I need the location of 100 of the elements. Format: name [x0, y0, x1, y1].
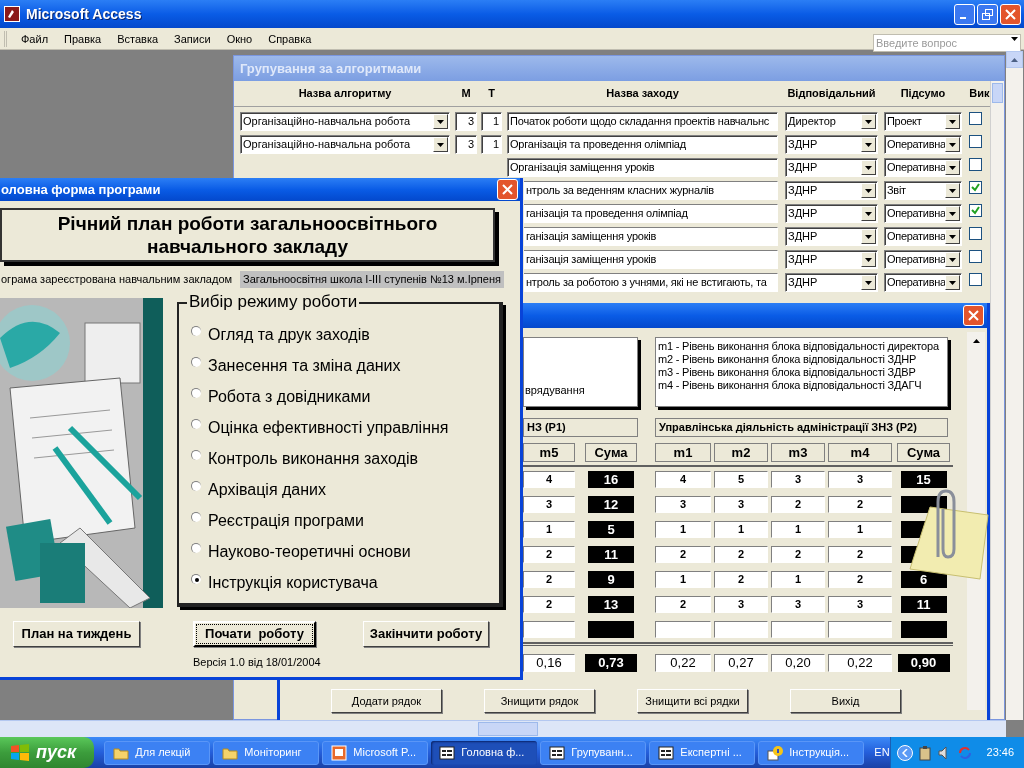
score-field[interactable]: 3: [828, 596, 892, 613]
responsible-dropdown[interactable]: ЗДНР: [785, 181, 878, 200]
score-field[interactable]: [771, 621, 825, 638]
clipboard-icon[interactable]: [916, 744, 933, 761]
close-button[interactable]: [497, 179, 518, 200]
done-checkbox[interactable]: [969, 273, 982, 286]
score-field[interactable]: 2: [714, 546, 768, 563]
dropdown-button[interactable]: [945, 114, 960, 129]
score-field[interactable]: 2: [523, 546, 575, 563]
score-field[interactable]: 2: [655, 596, 711, 613]
score-field[interactable]: 0,22: [655, 654, 711, 672]
dropdown-button[interactable]: [945, 252, 960, 267]
menu-item[interactable]: Правка: [56, 29, 110, 48]
result-dropdown[interactable]: Оперативна: [884, 227, 962, 246]
measure-field[interactable]: ганізація заміщення уроків: [524, 227, 778, 246]
minimize-button[interactable]: [954, 3, 975, 25]
score-field[interactable]: 4: [523, 471, 575, 488]
responsible-dropdown[interactable]: ЗДНР: [785, 204, 878, 223]
close-button[interactable]: [1000, 3, 1021, 25]
score-field[interactable]: 2: [771, 546, 825, 563]
taskbar-button[interactable]: Інструкція...: [758, 740, 865, 765]
score-field[interactable]: 3: [523, 496, 575, 513]
score-field[interactable]: 0,20: [771, 654, 825, 672]
form-button[interactable]: Закінчити роботу: [363, 621, 489, 647]
dropdown-button[interactable]: [861, 160, 876, 175]
t-field[interactable]: 1: [481, 135, 502, 154]
measure-field[interactable]: Організація та проведення олімпіад: [507, 135, 778, 154]
dropdown-button[interactable]: [861, 206, 876, 221]
language-indicator[interactable]: EN: [874, 744, 890, 761]
result-dropdown[interactable]: Оперативна: [884, 135, 962, 154]
dropdown-button[interactable]: [945, 229, 960, 244]
radio-button[interactable]: [191, 326, 201, 336]
form-button[interactable]: Почати роботу: [193, 621, 316, 647]
radio-button[interactable]: [191, 419, 201, 429]
done-checkbox[interactable]: [969, 204, 982, 217]
score-field[interactable]: 2: [828, 546, 892, 563]
mode-label[interactable]: Інструкція користувача: [208, 573, 378, 593]
help-field[interactable]: Введите вопрос: [873, 33, 1021, 52]
responsible-dropdown[interactable]: ЗДНР: [785, 273, 878, 292]
score-field[interactable]: 1: [655, 571, 711, 588]
score-field[interactable]: 1: [828, 521, 892, 538]
score-field[interactable]: 1: [655, 521, 711, 538]
t-field[interactable]: 1: [481, 112, 502, 131]
result-dropdown[interactable]: Оперативна: [884, 273, 962, 292]
score-field[interactable]: 3: [828, 471, 892, 488]
score-field[interactable]: 2: [771, 496, 825, 513]
measure-field[interactable]: ганізація та проведення олімпіад: [524, 204, 778, 223]
measure-field[interactable]: нтроль за роботою з учнями, які не встигають, та: [524, 273, 778, 292]
dropdown-button[interactable]: [945, 160, 960, 175]
mode-label[interactable]: Огляд та друк заходів: [208, 325, 370, 345]
algorithm-dropdown[interactable]: Організаційно-навчальна робота: [240, 112, 450, 131]
mode-label[interactable]: Архівація даних: [208, 480, 326, 500]
responsible-dropdown[interactable]: ЗДНР: [785, 158, 878, 177]
result-dropdown[interactable]: Оперативна: [884, 158, 962, 177]
score-field[interactable]: 2: [714, 571, 768, 588]
show-hidden-icons-button[interactable]: [896, 744, 913, 761]
score-field[interactable]: 2: [828, 496, 892, 513]
score-field[interactable]: 5: [714, 471, 768, 488]
result-dropdown[interactable]: Оперативна: [884, 204, 962, 223]
dropdown-button[interactable]: [433, 114, 448, 129]
form-button[interactable]: Додати рядок: [331, 689, 442, 713]
radio-button[interactable]: [191, 543, 201, 553]
taskbar-button[interactable]: Для лекцій: [104, 740, 211, 765]
done-checkbox[interactable]: [969, 112, 982, 125]
mode-label[interactable]: Реєстрація програми: [208, 511, 364, 531]
menu-item[interactable]: Файл: [13, 29, 57, 48]
measure-field[interactable]: ганізація заміщення уроків: [524, 250, 778, 269]
mode-label[interactable]: Занесення та зміна даних: [208, 356, 401, 376]
score-field[interactable]: 0,16: [523, 654, 575, 672]
responsible-dropdown[interactable]: ЗДНР: [785, 250, 878, 269]
score-field[interactable]: 3: [771, 596, 825, 613]
result-dropdown[interactable]: Звіт: [884, 181, 962, 200]
restore-button[interactable]: [977, 3, 998, 25]
dropdown-button[interactable]: [861, 114, 876, 129]
measure-field[interactable]: Організація заміщення уроків: [507, 158, 778, 177]
responsible-dropdown[interactable]: ЗДНР: [785, 227, 878, 246]
score-field[interactable]: [714, 621, 768, 638]
taskbar-button[interactable]: Microsoft P...: [322, 740, 429, 765]
score-field[interactable]: [828, 621, 892, 638]
scroll-thumb[interactable]: [478, 722, 538, 736]
scrollbar[interactable]: [0, 720, 1006, 737]
form-button[interactable]: Знищити рядок: [484, 689, 595, 713]
score-field[interactable]: 1: [714, 521, 768, 538]
radio-button[interactable]: [191, 574, 201, 584]
score-field[interactable]: 2: [523, 571, 575, 588]
score-field[interactable]: 1: [771, 571, 825, 588]
menu-item[interactable]: Записи: [166, 29, 219, 48]
menu-item[interactable]: Вставка: [109, 29, 167, 48]
result-dropdown[interactable]: Оперативна: [884, 250, 962, 269]
score-field[interactable]: 4: [655, 471, 711, 488]
score-field[interactable]: [523, 621, 575, 638]
radio-button[interactable]: [191, 481, 201, 491]
dropdown-button[interactable]: [861, 252, 876, 267]
responsible-dropdown[interactable]: ЗДНР: [785, 135, 878, 154]
mode-label[interactable]: Робота з довідниками: [208, 387, 371, 407]
score-field[interactable]: 2: [655, 546, 711, 563]
scrollbar[interactable]: [990, 81, 1004, 719]
start-button[interactable]: пуск: [0, 737, 95, 768]
form-button[interactable]: План на тиждень: [13, 621, 140, 647]
score-field[interactable]: 3: [771, 471, 825, 488]
